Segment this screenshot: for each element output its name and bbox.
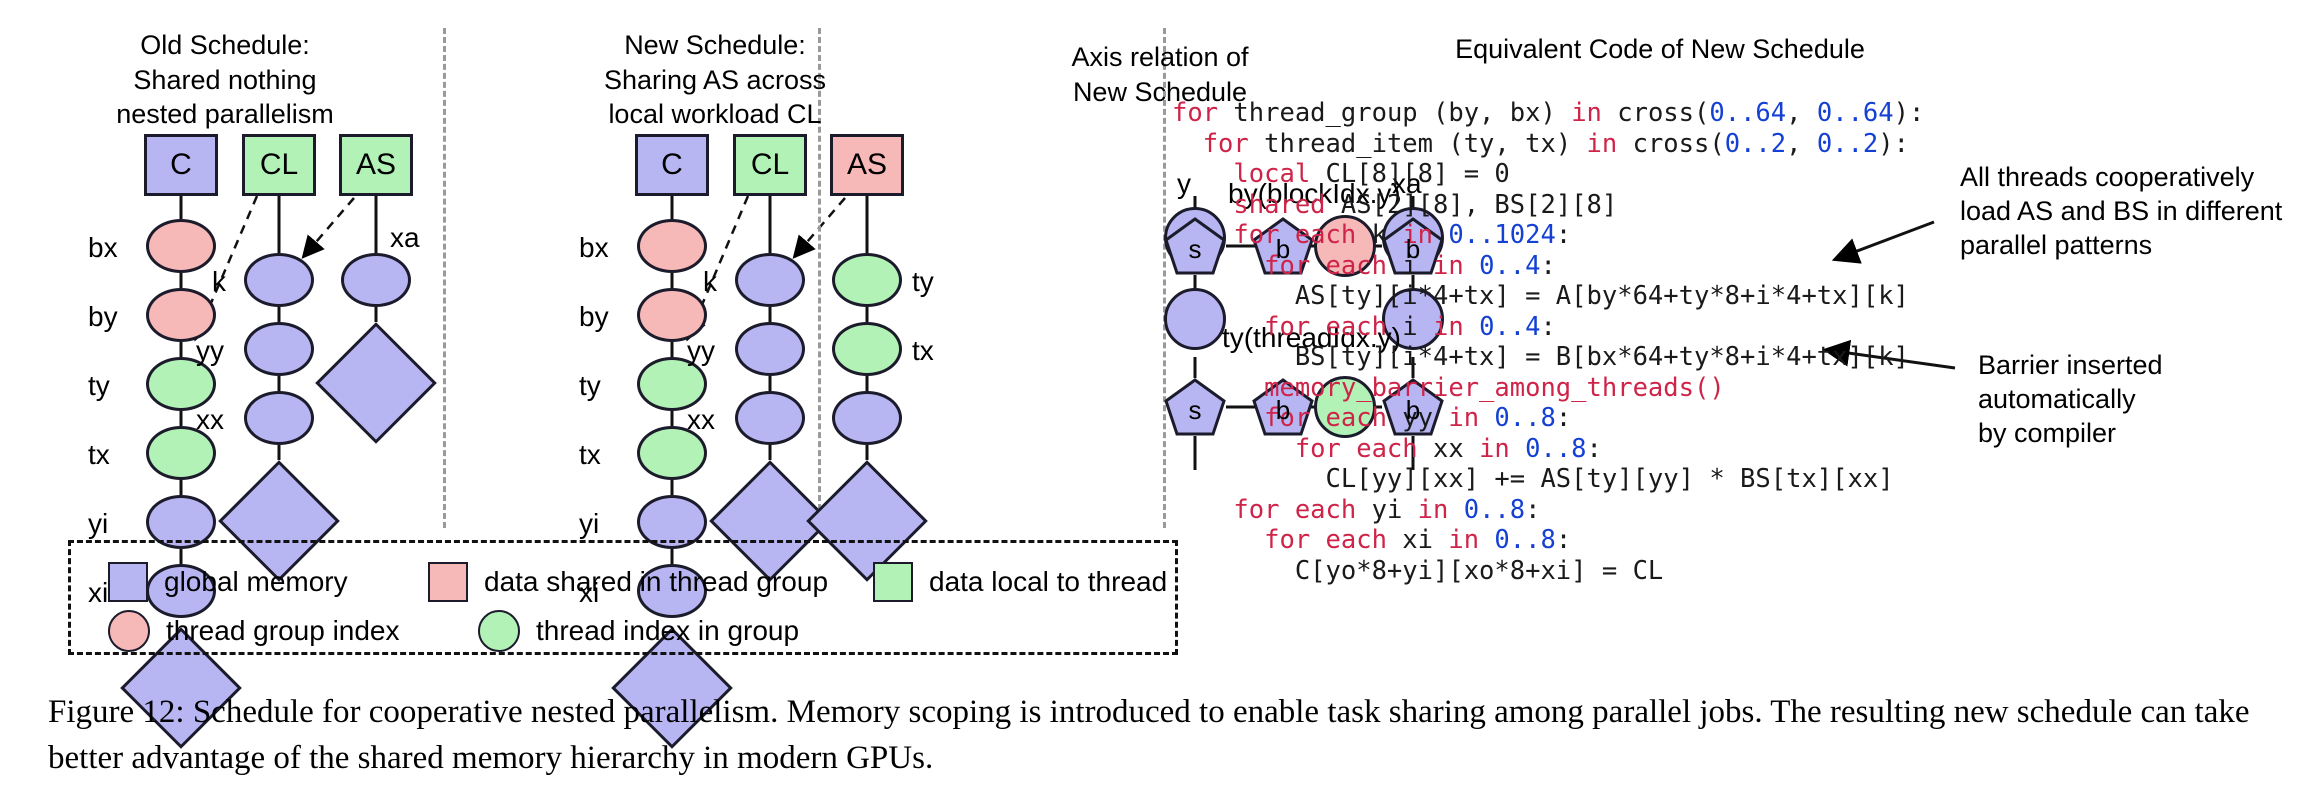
old-node-xa [341,253,411,307]
legend-item-thread-index-in-group: thread index in group [478,610,799,652]
old-label-by: by [88,301,118,332]
legend-item-shared-in-group: data shared in thread group [428,562,828,602]
axis-pent-left-s1-label: s [1188,233,1202,264]
new-root-cl-label: CL [750,148,790,181]
new-root-c-label: C [661,148,683,181]
new-root-as: AS [830,134,904,196]
new-label-by: by [579,301,609,332]
legend-label-thread-group-index: thread group index [166,615,400,646]
old-label-xa: xa [390,222,420,253]
code-block: for thread_group (by, bx) in cross(0..64… [1172,98,1924,586]
new-node-by [637,288,707,342]
new-node-as-ty [832,253,902,307]
code-line: BS[ty][i*4+tx] = B[bx*64+ty*8+i*4+tx][k] [1172,342,1909,372]
axis-pent-b1-left-label: b [1275,233,1291,264]
new-label-as-tx: tx [912,335,934,366]
code-line: for each i in 0..4: [1172,311,1556,342]
new-node-yy [735,322,805,376]
legend-label-thread-index-in-group: thread index in group [536,615,800,646]
old-node-yy [244,322,314,376]
divider-1 [443,28,446,528]
legend-label-shared-in-group: data shared in thread group [484,566,829,597]
new-root-as-label: AS [846,148,888,181]
barrier-annotation: Barrier inserted automatically by compil… [1978,350,2163,449]
old-node-bx [146,219,216,273]
new-label-xx: xx [687,404,715,435]
new-label-yy: yy [687,335,715,366]
axis-pent-b2-right-label: b [1405,394,1421,425]
code-line: C[yo*8+yi][xo*8+xi] = CL [1172,555,1664,586]
code-title: Equivalent Code of New Schedule [1455,34,1865,64]
old-root-as: AS [339,134,413,196]
old-root-cl-label: CL [259,148,299,181]
old-label-bx: bx [88,232,118,263]
code-line: for each xi in 0..8: [1172,525,1572,555]
axis-pent-left-s2-label: s [1188,394,1202,425]
old-root-cl: CL [242,134,316,196]
old-schedule-title: Old Schedule: Shared nothing nested para… [116,30,334,130]
figure-root: Old Schedule: Shared nothing nested para… [0,0,2306,802]
old-label-yy: yy [196,335,224,366]
old-root-c: C [144,134,218,196]
legend-swatch-shared-in-group [428,562,468,602]
new-node-xx [735,391,805,445]
new-node-as-3 [832,391,902,445]
old-label-tx: tx [88,439,110,470]
code-line: for each yi in 0..8: [1172,494,1541,525]
new-label-bx: bx [579,232,609,263]
code-line: AS[ty][i*4+tx] = A[by*64+ty*8+i*4+tx][k] [1172,281,1909,311]
old-label-xx: xx [196,404,224,435]
new-node-as-tx [832,322,902,376]
old-label-yi: yi [88,508,109,539]
legend-swatch-local-to-thread [873,562,913,602]
figure-caption: Figure 12: Schedule for cooperative nest… [48,694,2250,776]
code-line: shared AS[2][8], BS[2][8] [1172,189,1618,220]
new-label-ty: ty [579,370,601,401]
old-node-k [244,253,314,307]
legend-swatch-thread-index-in-group [478,610,520,652]
legend-swatch-thread-group-index [108,610,150,652]
load-annotation: All threads cooperatively load AS and BS… [1960,162,2283,261]
axis-pent-b2-left-label: b [1275,394,1291,425]
legend-item-thread-group-index: thread group index [108,610,400,652]
old-label-ty: ty [88,370,110,401]
new-schedule-title: New Schedule: Sharing AS across local wo… [603,30,827,130]
legend-label-local-to-thread: data local to thread [929,566,1168,597]
old-label-k: k [212,266,226,297]
old-root-as-label: AS [355,148,397,181]
new-label-k: k [703,266,717,297]
new-root-cl: CL [733,134,807,196]
legend-item-global-memory: global memory [108,562,348,602]
new-node-bx [637,219,707,273]
new-label-tx: tx [579,439,601,470]
old-node-by [146,288,216,342]
code-line: for thread_item (ty, tx) in cross(0..2, … [1172,128,1909,159]
code-line: CL[yy][xx] += AS[ty][yy] * BS[tx][xx] [1172,464,1894,494]
old-node-xx [244,391,314,445]
new-label-yi: yi [579,508,600,539]
code-line: for each xx in 0..8: [1172,433,1602,464]
new-label-as-ty: ty [912,266,934,297]
new-root-c: C [635,134,709,196]
legend-swatch-global-memory [108,562,148,602]
old-leaf-as [315,322,437,444]
legend-label-global-memory: global memory [164,566,348,597]
new-node-k [735,253,805,307]
old-root-c-label: C [170,148,192,181]
code-line: for thread_group (by, bx) in cross(0..64… [1172,98,1925,128]
code-line: local CL[8][8] = 0 [1172,159,1510,189]
legend-item-local-to-thread: data local to thread [873,562,1167,602]
axis-pent-b1-right-label: b [1405,233,1421,264]
